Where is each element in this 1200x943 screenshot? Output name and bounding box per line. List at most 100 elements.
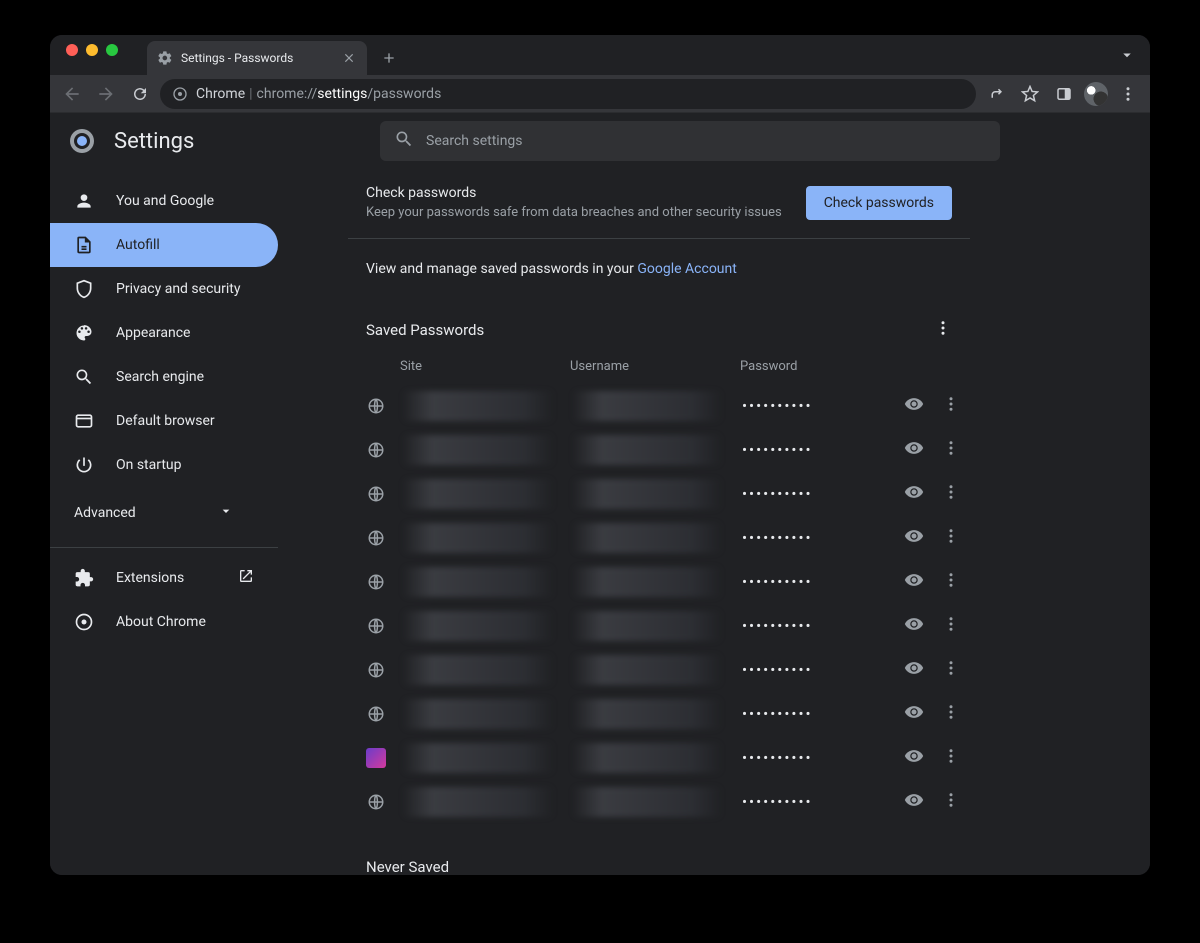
minimize-window-button[interactable] — [86, 44, 98, 56]
side-panel-button[interactable] — [1050, 80, 1078, 108]
address-bar[interactable]: Chrome | chrome://settings/passwords — [160, 79, 976, 109]
password-mask: •••••••••• — [742, 529, 904, 547]
maximize-window-button[interactable] — [106, 44, 118, 56]
manage-passwords-text: View and manage saved passwords in your … — [348, 239, 970, 299]
settings-body: You and Google Autofill Privacy and secu… — [50, 113, 1150, 875]
check-passwords-subtitle: Keep your passwords safe from data breac… — [366, 205, 782, 220]
saved-passwords-title: Saved Passwords — [366, 321, 484, 339]
row-menu-button[interactable] — [942, 395, 960, 417]
password-row[interactable]: •••••••••• — [348, 384, 970, 428]
chevron-down-icon — [218, 503, 234, 523]
sidebar-item-label: Privacy and security — [116, 281, 240, 297]
username-cell — [572, 391, 722, 421]
password-row[interactable]: •••••••••• — [348, 736, 970, 780]
tabs-dropdown-button[interactable] — [1118, 35, 1136, 75]
password-row[interactable]: •••••••••• — [348, 516, 970, 560]
row-menu-button[interactable] — [942, 791, 960, 813]
reload-button[interactable] — [126, 80, 154, 108]
show-password-button[interactable] — [904, 658, 924, 682]
password-row[interactable]: •••••••••• — [348, 428, 970, 472]
sidebar-item-search-engine[interactable]: Search engine — [50, 355, 278, 399]
show-password-button[interactable] — [904, 702, 924, 726]
tab-strip: Settings - Passwords — [50, 35, 1150, 75]
sidebar-item-label: Default browser — [116, 413, 215, 429]
password-row[interactable]: •••••••••• — [348, 560, 970, 604]
password-row[interactable]: •••••••••• — [348, 604, 970, 648]
google-account-link[interactable]: Google Account — [637, 261, 736, 277]
new-tab-button[interactable] — [375, 44, 403, 72]
password-mask: •••••••••• — [742, 441, 904, 459]
row-menu-button[interactable] — [942, 571, 960, 593]
globe-icon — [366, 572, 386, 592]
show-password-button[interactable] — [904, 614, 924, 638]
chrome-menu-button[interactable] — [1114, 80, 1142, 108]
row-menu-button[interactable] — [942, 659, 960, 681]
site-cell — [402, 523, 554, 553]
sidebar-item-appearance[interactable]: Appearance — [50, 311, 278, 355]
password-row[interactable]: •••••••••• — [348, 780, 970, 824]
column-password: Password — [740, 359, 952, 374]
close-window-button[interactable] — [66, 44, 78, 56]
site-cell — [402, 435, 554, 465]
profile-avatar[interactable] — [1084, 82, 1108, 106]
show-password-button[interactable] — [904, 394, 924, 418]
globe-icon — [366, 792, 386, 812]
site-info-icon[interactable] — [172, 86, 188, 102]
settings-search[interactable] — [380, 121, 1000, 161]
username-cell — [572, 435, 722, 465]
saved-passwords-menu-button[interactable] — [934, 319, 952, 341]
show-password-button[interactable] — [904, 570, 924, 594]
sidebar-item-you-and-google[interactable]: You and Google — [50, 179, 278, 223]
forward-button[interactable] — [92, 80, 120, 108]
share-button[interactable] — [982, 80, 1010, 108]
row-menu-button[interactable] — [942, 703, 960, 725]
sidebar-item-extensions[interactable]: Extensions — [50, 556, 278, 600]
browser-tab[interactable]: Settings - Passwords — [147, 41, 367, 75]
site-cell — [402, 655, 554, 685]
close-tab-button[interactable] — [341, 50, 357, 66]
settings-sidebar: You and Google Autofill Privacy and secu… — [50, 113, 348, 875]
row-menu-button[interactable] — [942, 439, 960, 461]
password-row[interactable]: •••••••••• — [348, 648, 970, 692]
globe-icon — [366, 704, 386, 724]
check-passwords-button[interactable]: Check passwords — [806, 186, 952, 220]
password-mask: •••••••••• — [742, 573, 904, 591]
password-mask: •••••••••• — [742, 749, 904, 767]
settings-header: Settings — [50, 113, 1150, 169]
settings-search-input[interactable] — [426, 133, 986, 149]
passwords-panel: Check passwords Keep your passwords safe… — [348, 179, 970, 875]
show-password-button[interactable] — [904, 438, 924, 462]
sidebar-item-privacy[interactable]: Privacy and security — [50, 267, 278, 311]
back-button[interactable] — [58, 80, 86, 108]
row-menu-button[interactable] — [942, 527, 960, 549]
row-menu-button[interactable] — [942, 747, 960, 769]
palette-icon — [74, 323, 94, 343]
url-separator: | — [249, 86, 252, 102]
chrome-logo-icon — [70, 129, 94, 153]
row-menu-button[interactable] — [942, 615, 960, 637]
row-menu-button[interactable] — [942, 483, 960, 505]
tab-title: Settings - Passwords — [181, 51, 333, 65]
show-password-button[interactable] — [904, 526, 924, 550]
password-mask: •••••••••• — [742, 705, 904, 723]
sidebar-item-autofill[interactable]: Autofill — [50, 223, 278, 267]
show-password-button[interactable] — [904, 790, 924, 814]
globe-icon — [366, 396, 386, 416]
show-password-button[interactable] — [904, 746, 924, 770]
sidebar-item-on-startup[interactable]: On startup — [50, 443, 278, 487]
username-cell — [572, 523, 722, 553]
check-passwords-row: Check passwords Keep your passwords safe… — [348, 179, 970, 239]
shield-icon — [74, 279, 94, 299]
site-cell — [402, 787, 554, 817]
password-row[interactable]: •••••••••• — [348, 692, 970, 736]
sidebar-item-default-browser[interactable]: Default browser — [50, 399, 278, 443]
globe-icon — [366, 616, 386, 636]
sidebar-item-about-chrome[interactable]: About Chrome — [50, 600, 278, 644]
password-row[interactable]: •••••••••• — [348, 472, 970, 516]
sidebar-advanced-toggle[interactable]: Advanced — [50, 487, 258, 539]
bookmark-button[interactable] — [1016, 80, 1044, 108]
globe-icon — [366, 484, 386, 504]
show-password-button[interactable] — [904, 482, 924, 506]
site-cell — [402, 699, 554, 729]
username-cell — [572, 479, 722, 509]
